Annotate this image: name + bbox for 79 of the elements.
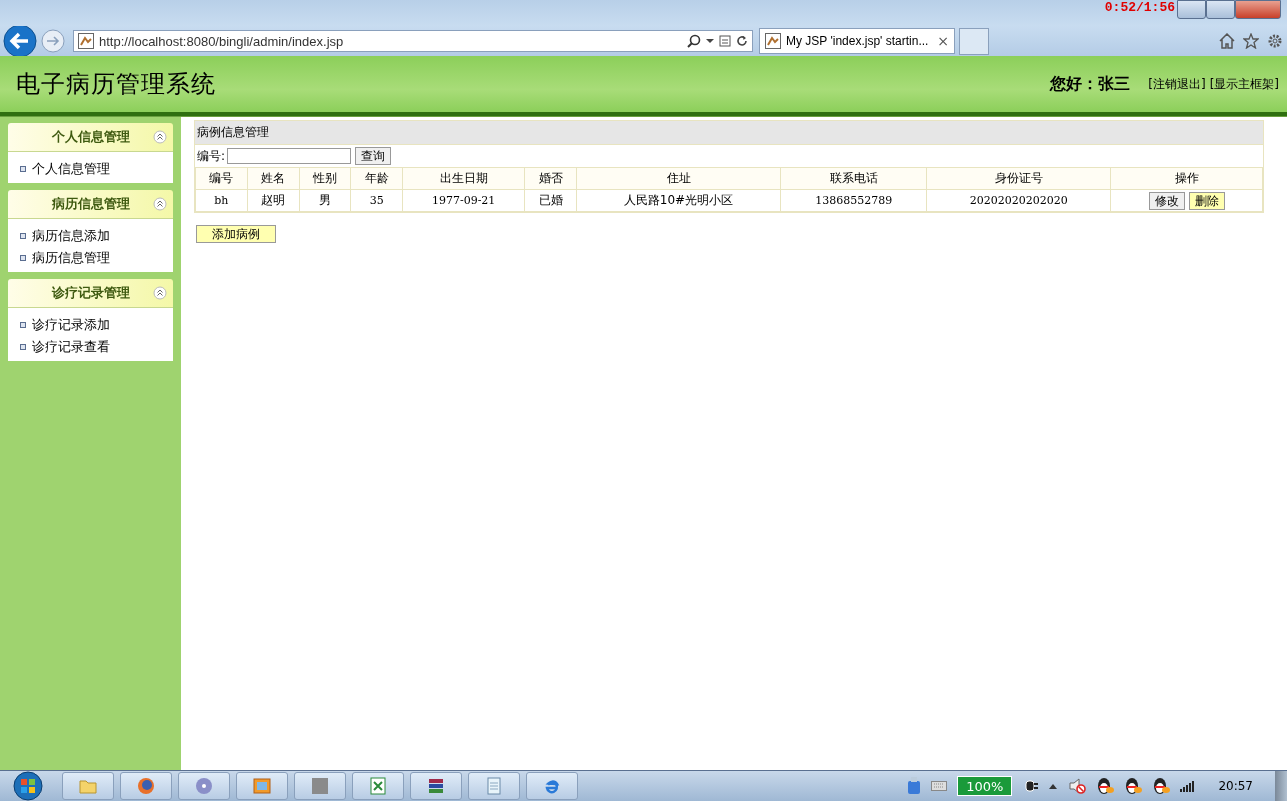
section-header[interactable]: 病历信息管理: [8, 190, 173, 219]
sidebar-link[interactable]: 病历信息添加: [20, 225, 173, 247]
section-header[interactable]: 个人信息管理: [8, 123, 173, 152]
column-header: 年龄: [350, 167, 403, 190]
add-button[interactable]: 添加病例: [196, 225, 276, 243]
column-header: 操作: [1110, 167, 1263, 190]
star-icon[interactable]: [1243, 33, 1259, 49]
bullet-icon: [20, 344, 26, 350]
collapse-icon[interactable]: [153, 286, 167, 300]
compatibility-icon[interactable]: [719, 35, 731, 47]
column-header: 联系电话: [780, 167, 927, 190]
keyboard-icon[interactable]: [931, 781, 948, 791]
section-header[interactable]: 诊疗记录管理: [8, 279, 173, 308]
address-bar[interactable]: http://localhost:8080/bingli/admin/index.jsp: [73, 30, 753, 52]
search-button[interactable]: 查询: [355, 147, 392, 165]
bullet-icon: [20, 255, 26, 261]
collapse-icon[interactable]: [153, 130, 167, 144]
sidebar-link[interactable]: 诊疗记录查看: [20, 336, 173, 358]
dropdown-icon[interactable]: [706, 38, 714, 44]
column-header: 身份证号: [926, 167, 1111, 190]
section-title: 病历信息管理: [51, 195, 130, 213]
speaker-muted-icon[interactable]: [1068, 777, 1087, 795]
field-label: 编号:: [197, 147, 226, 165]
disc-icon[interactable]: [194, 776, 214, 796]
header-link[interactable]: [显示主框架]: [1209, 75, 1279, 93]
table-cell: 20202020202020: [926, 189, 1111, 212]
up-arrow-icon[interactable]: [1048, 782, 1059, 790]
penguin-icon[interactable]: [1124, 777, 1143, 795]
section-title: 诊疗记录管理: [51, 284, 130, 302]
column-header: 出生日期: [402, 167, 525, 190]
window-icon[interactable]: [252, 776, 272, 796]
row-action-button[interactable]: 删除: [1188, 191, 1225, 210]
search-icon[interactable]: [687, 34, 701, 48]
browser-tab[interactable]: My JSP 'index.jsp' startin... ×: [759, 28, 955, 54]
plug-icon[interactable]: [1022, 779, 1039, 793]
row-action-button[interactable]: 修改: [1148, 191, 1185, 210]
column-header: 性别: [299, 167, 351, 190]
column-header: 住址: [576, 167, 781, 190]
search-field[interactable]: [227, 148, 352, 164]
page-icon: [78, 33, 94, 49]
battery-indicator[interactable]: 100%: [957, 776, 1013, 796]
maximize-button[interactable]: [1206, 0, 1235, 19]
bullet-icon: [20, 322, 26, 328]
table-cell: 13868552789: [780, 189, 927, 212]
collapse-icon[interactable]: [153, 197, 167, 211]
penguin-icon[interactable]: [1096, 777, 1115, 795]
tab-close-button[interactable]: ×: [937, 33, 949, 49]
bullet-icon: [20, 233, 26, 239]
sidebar-link[interactable]: 个人信息管理: [20, 158, 173, 180]
signal-icon[interactable]: [1180, 780, 1197, 792]
back-button[interactable]: [3, 24, 37, 58]
site-title: 电子病历管理系统: [16, 69, 216, 100]
clock[interactable]: 20:57: [1206, 779, 1265, 793]
page-icon: [765, 33, 781, 49]
greeting-text: 您好：张三: [1050, 73, 1131, 95]
usb-icon[interactable]: [907, 777, 922, 795]
table-cell: 人民路10#光明小区: [576, 189, 781, 212]
recording-timer: 0:52/1:56: [1104, 0, 1175, 15]
spreadsheet-icon[interactable]: [368, 776, 388, 796]
column-header: 婚否: [524, 167, 577, 190]
settings-icon[interactable]: [1267, 33, 1283, 49]
books-icon[interactable]: [426, 776, 446, 796]
tab-title: My JSP 'index.jsp' startin...: [786, 34, 930, 48]
url-text: http://localhost:8080/bingli/admin/index.jsp: [99, 33, 345, 49]
refresh-icon[interactable]: [736, 35, 748, 47]
sidebar-link[interactable]: 病历信息管理: [20, 247, 173, 269]
penguin-icon[interactable]: [1152, 777, 1171, 795]
bullet-icon: [20, 166, 26, 172]
header-link[interactable]: [注销退出]: [1148, 75, 1206, 93]
column-header: 编号: [195, 167, 248, 190]
minimize-button[interactable]: [1177, 0, 1206, 19]
column-header: 姓名: [247, 167, 300, 190]
table-cell: bh: [195, 189, 248, 212]
globe-icon[interactable]: [136, 776, 156, 796]
panel-title: 病例信息管理: [195, 121, 1263, 145]
sidebar-link[interactable]: 诊疗记录添加: [20, 314, 173, 336]
home-icon[interactable]: [1219, 33, 1235, 49]
section-title: 个人信息管理: [51, 128, 130, 146]
photo-placeholder[interactable]: [310, 776, 330, 796]
